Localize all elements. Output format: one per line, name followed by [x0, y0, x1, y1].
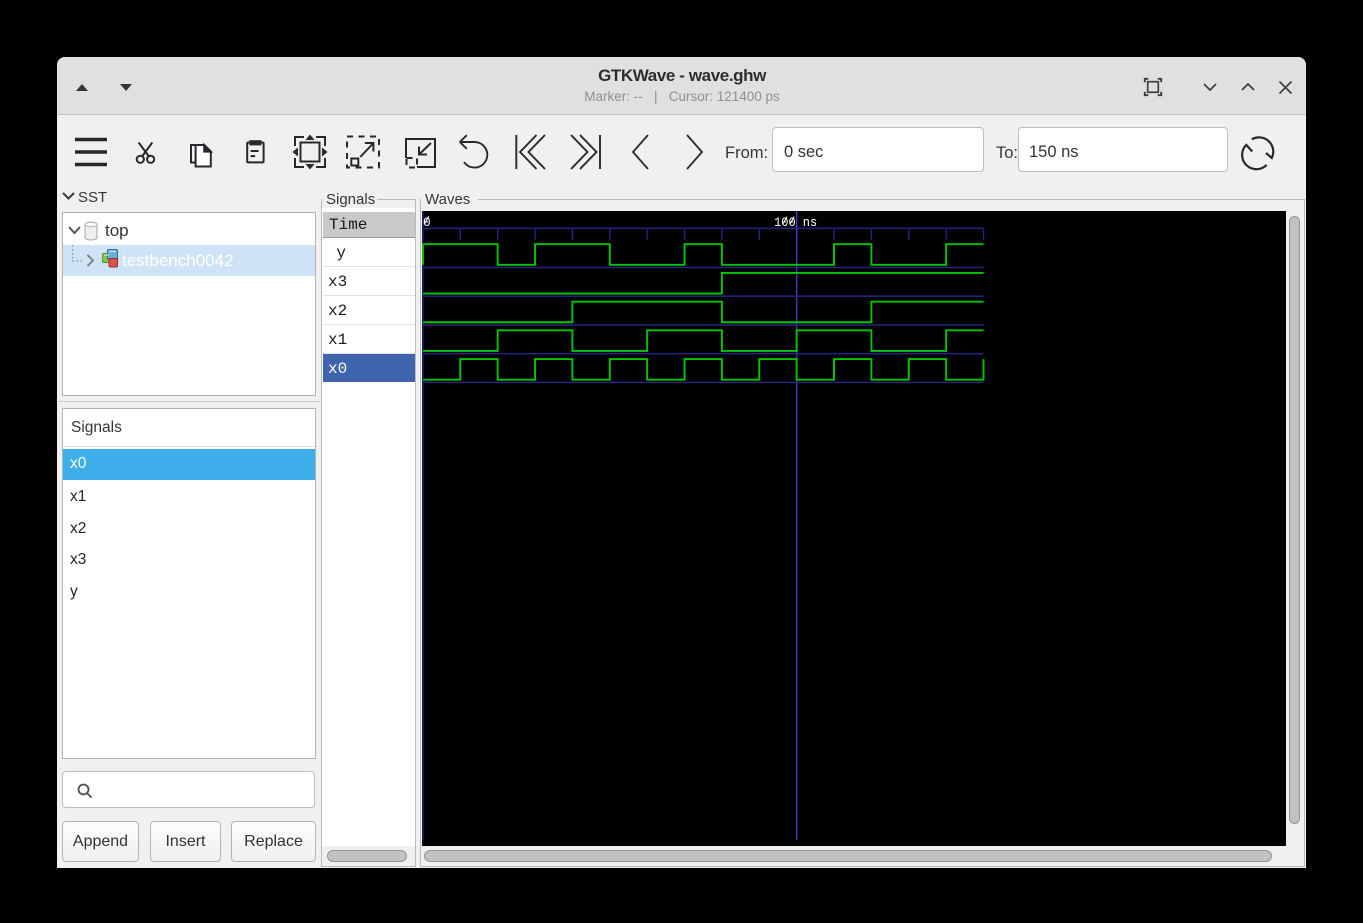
svg-text:100 ns: 100 ns — [774, 215, 817, 230]
svg-text:0: 0 — [423, 215, 431, 230]
